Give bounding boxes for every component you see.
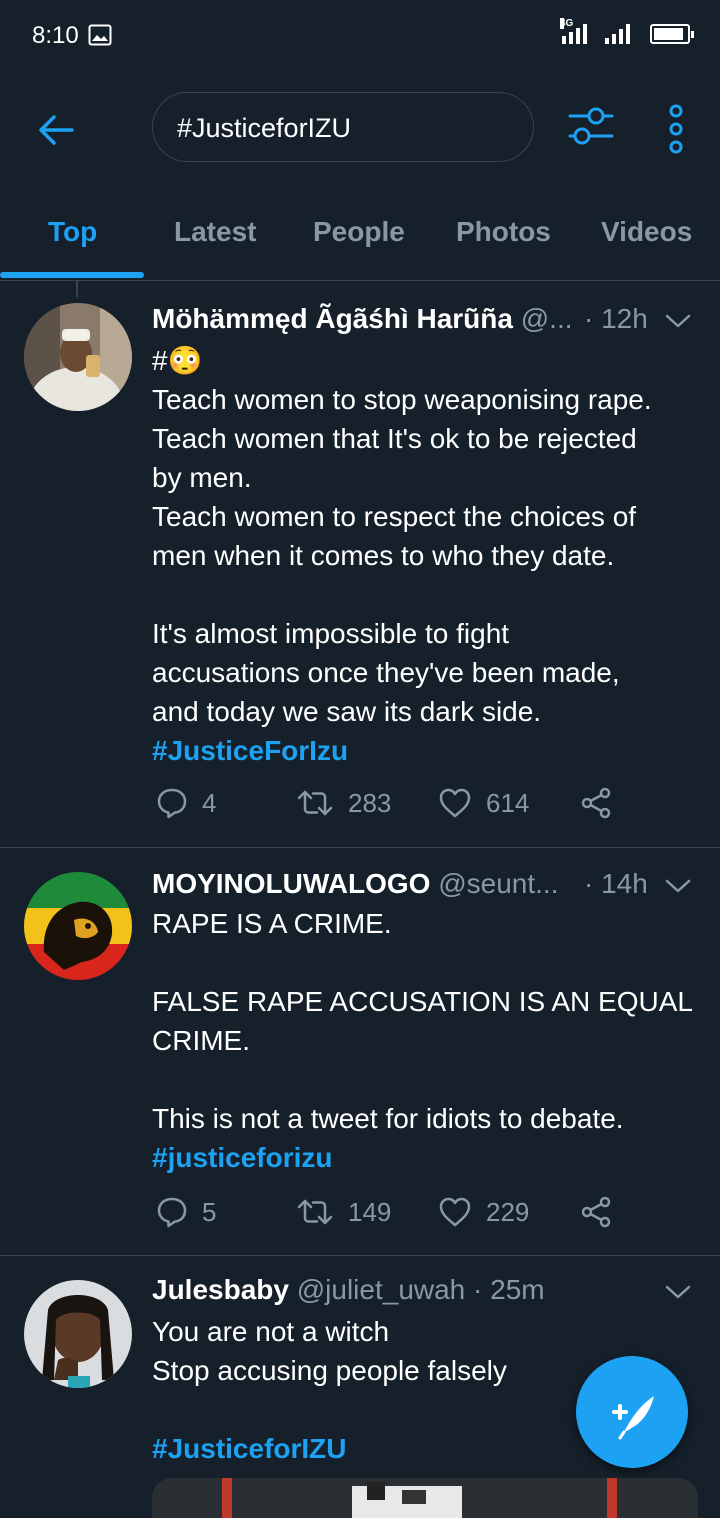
status-time: 8:10 — [32, 22, 79, 49]
tweet-header: MOYINOLUWALOGO @seunt... · 14h — [152, 868, 696, 908]
battery-level — [654, 28, 684, 40]
reply-count: 5 — [202, 1196, 217, 1227]
tweet-line: Teach women to stop weaponising rape. — [152, 384, 652, 415]
tweet-line: Teach women to respect the choices of — [152, 501, 637, 532]
tweet-line: and today we saw its dark side. — [152, 696, 542, 727]
compose-tweet-button[interactable] — [576, 1356, 688, 1468]
like-count: 229 — [486, 1196, 530, 1227]
sliders-icon[interactable] — [566, 104, 616, 148]
user-handle[interactable]: @... — [521, 303, 573, 334]
avatar[interactable] — [24, 303, 132, 411]
reply-icon — [157, 1197, 187, 1228]
heart-icon — [439, 788, 471, 818]
tweet-line: You are not a witch — [152, 1316, 390, 1347]
search-tabs: Top Latest People Photos Videos — [0, 192, 720, 281]
retweet-button[interactable]: 283 — [296, 787, 391, 819]
tweet-line — [152, 943, 700, 982]
hashtag-link[interactable]: #JusticeForIzu — [152, 731, 700, 770]
tweet-actions: 5 149 229 — [152, 1196, 700, 1236]
tweet[interactable]: Möhämmęd Ãgãśhì Harũña @... · 12h #😳 Tea… — [0, 281, 720, 848]
tweet-text: RAPE IS A CRIME. FALSE RAPE ACCUSATION I… — [152, 904, 700, 1177]
reply-button[interactable]: 5 — [156, 1196, 216, 1228]
display-name[interactable]: MOYINOLUWALOGO — [152, 868, 430, 899]
retweet-button[interactable]: 149 — [296, 1196, 391, 1228]
tweet-header: Möhämmęd Ãgãśhì Harũña @... · 12h — [152, 303, 696, 343]
tweet-line — [152, 575, 700, 614]
tweet-time: · 12h — [584, 303, 648, 334]
tweet-header: Julesbaby @juliet_uwah · 25m — [152, 1274, 696, 1314]
tweet-line: #😳 — [152, 345, 203, 376]
tweet-line — [152, 1060, 700, 1099]
tweet-line: FALSE RAPE ACCUSATION IS AN EQUAL — [152, 986, 693, 1017]
network-type-label: 4G — [560, 18, 574, 29]
search-input[interactable]: #JusticeforIZU — [152, 92, 534, 162]
active-tab-indicator — [0, 272, 144, 278]
tweet-line: This is not a tweet for idiots to debate… — [152, 1103, 624, 1134]
tweet-media-image[interactable] — [152, 1478, 698, 1518]
share-icon — [581, 1196, 611, 1228]
tweet-line: accusations once they've been made, — [152, 657, 620, 688]
more-vertical-icon[interactable] — [662, 104, 690, 154]
status-indicators: 4G — [560, 18, 694, 44]
retweet-count: 283 — [348, 787, 392, 818]
like-count: 614 — [486, 787, 530, 818]
tweet-line: men when it comes to who they date. — [152, 540, 615, 571]
user-handle[interactable]: @seunt... — [438, 868, 558, 899]
feather-plus-icon — [612, 1396, 654, 1440]
signal-4g-icon: 4G — [560, 18, 587, 44]
avatar[interactable] — [24, 1280, 132, 1388]
battery-icon — [650, 24, 694, 44]
tweet[interactable]: MOYINOLUWALOGO @seunt... · 14h RAPE IS A… — [0, 848, 720, 1256]
tab-videos[interactable]: Videos — [601, 216, 692, 248]
reply-button[interactable]: 4 — [156, 787, 216, 819]
retweet-icon — [297, 790, 333, 816]
tweet-line: Teach women that It's ok to be rejected — [152, 423, 637, 454]
tab-top[interactable]: Top — [48, 216, 97, 248]
chevron-down-icon[interactable] — [664, 1282, 692, 1302]
retweet-icon — [297, 1199, 333, 1225]
like-button[interactable]: 614 — [438, 787, 529, 819]
display-name[interactable]: Möhämmęd Ãgãśhì Harũña — [152, 303, 513, 334]
tweet-text: #😳 Teach women to stop weaponising rape.… — [152, 341, 700, 770]
tweet-time: · 14h — [584, 868, 648, 899]
hashtag-link[interactable]: #justiceforizu — [152, 1138, 700, 1177]
tweet-time: · 25m — [473, 1274, 545, 1305]
status-bar: 8:10 4G — [0, 0, 720, 72]
share-icon — [581, 787, 611, 819]
tab-latest[interactable]: Latest — [174, 216, 256, 248]
heart-icon — [439, 1197, 471, 1227]
chevron-down-icon[interactable] — [664, 876, 692, 896]
tweet-line: CRIME. — [152, 1025, 250, 1056]
tweet-line: It's almost impossible to fight — [152, 618, 510, 649]
tweet-actions: 4 283 614 — [152, 787, 700, 827]
share-button[interactable] — [580, 787, 612, 819]
avatar[interactable] — [24, 872, 132, 980]
retweet-count: 149 — [348, 1196, 392, 1227]
like-button[interactable]: 229 — [438, 1196, 529, 1228]
share-button[interactable] — [580, 1196, 612, 1228]
tab-people[interactable]: People — [313, 216, 405, 248]
arrow-left-icon[interactable] — [36, 110, 76, 150]
chevron-down-icon[interactable] — [664, 311, 692, 331]
search-query: #JusticeforIZU — [177, 113, 352, 143]
reply-count: 4 — [202, 787, 217, 818]
display-name[interactable]: Julesbaby — [152, 1274, 289, 1305]
signal-icon — [605, 22, 630, 44]
search-header: #JusticeforIZU — [0, 72, 720, 184]
user-handle[interactable]: @juliet_uwah — [297, 1274, 466, 1305]
tweet-line: by men. — [152, 462, 252, 493]
image-notification-icon — [88, 24, 112, 46]
tweet-line: RAPE IS A CRIME. — [152, 908, 392, 939]
tab-photos[interactable]: Photos — [456, 216, 551, 248]
reply-icon — [157, 788, 187, 819]
